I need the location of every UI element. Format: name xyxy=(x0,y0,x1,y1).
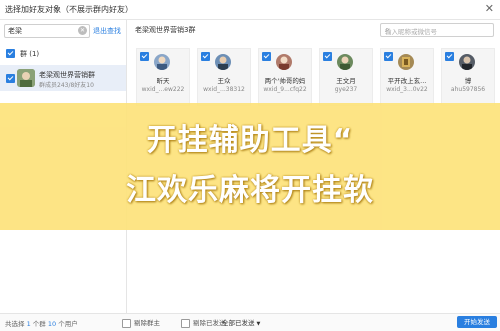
member-name: 博 xyxy=(464,77,472,85)
exit-search-link[interactable]: 退出查找 xyxy=(93,26,121,36)
chevron-down-icon: ▼ xyxy=(256,321,261,327)
overlay-line-2: 江欢乐麻将开挂软 xyxy=(126,173,374,208)
group-search-input[interactable] xyxy=(8,26,74,36)
member-card[interactable]: 平开改上玄... wxid_3...0v22 xyxy=(380,48,434,106)
member-name: 昕天 xyxy=(156,77,170,85)
member-id: wxid_3...0v22 xyxy=(386,86,428,93)
selected-group-count: 1 xyxy=(26,320,31,328)
member-id: wxid_9...cfq22 xyxy=(263,86,307,93)
member-avatar xyxy=(398,54,414,70)
member-checkbox[interactable] xyxy=(262,52,271,61)
title-bar: 选择加好友对象（不展示群内好友） ✕ xyxy=(0,0,500,20)
member-checkbox[interactable] xyxy=(323,52,332,61)
group-row[interactable]: 老梁观世界营销群 群成员243/8好友10 xyxy=(0,65,126,91)
member-search-box[interactable]: 输入昵称或微信号 ⌕ xyxy=(380,23,494,37)
remove-sent-option[interactable]: 剔除已发送 xyxy=(181,317,226,328)
member-name: 两个'帅哥的妈 xyxy=(264,77,306,85)
member-avatar xyxy=(215,54,231,70)
member-card[interactable]: 两个'帅哥的妈 wxid_9...cfq22 xyxy=(258,48,312,106)
window-title: 选择加好友对象（不展示群内好友） xyxy=(5,5,133,14)
member-avatar xyxy=(337,54,353,70)
footer-bar: 共选择 1 个群 10 个用户 剔除群主 剔除已发送 全部已发送 ▼ 开始发送 xyxy=(0,313,500,331)
selected-group-title: 老梁观世界营销3群 xyxy=(135,26,196,34)
sent-filter-select[interactable]: 全部已发送 ▼ xyxy=(222,317,260,327)
group-avatar xyxy=(17,69,35,87)
start-send-button[interactable]: 开始发送 xyxy=(457,316,497,328)
search-icon: ⌕ xyxy=(385,25,390,34)
member-card[interactable]: 王文月 gye237 xyxy=(319,48,373,106)
close-icon[interactable]: ✕ xyxy=(485,2,494,15)
member-name: 王文月 xyxy=(336,77,356,85)
select-all-groups-checkbox[interactable] xyxy=(6,49,15,58)
member-card[interactable]: 昕天 wxid_...ew222 xyxy=(136,48,190,106)
group-count-label: 群 (1) xyxy=(20,50,40,58)
group-search-box[interactable]: ✕ xyxy=(4,24,90,38)
selection-summary: 共选择 1 个群 10 个用户 xyxy=(5,320,78,328)
member-avatar xyxy=(459,54,475,70)
remove-sent-checkbox[interactable] xyxy=(181,318,190,328)
member-checkbox[interactable] xyxy=(445,52,454,61)
promo-overlay-banner: 开挂辅助工具“ 江欢乐麻将开挂软 xyxy=(0,103,500,230)
clear-search-icon[interactable]: ✕ xyxy=(78,26,87,35)
group-member-info: 群成员243/8好友10 xyxy=(39,82,94,89)
member-checkbox[interactable] xyxy=(201,52,210,61)
overlay-line-1: 开挂辅助工具“ xyxy=(146,123,354,158)
group-list-header: 群 (1) xyxy=(0,46,126,60)
remove-owner-option[interactable]: 剔除群主 xyxy=(122,317,160,328)
member-id: ahu597856 xyxy=(450,86,486,93)
selected-user-count: 10 xyxy=(47,320,57,328)
group-name: 老梁观世界营销群 xyxy=(39,71,95,79)
member-id: wxid_...38312 xyxy=(203,86,245,93)
member-avatar xyxy=(276,54,292,70)
member-avatar xyxy=(154,54,170,70)
member-name: 王众 xyxy=(217,77,231,85)
member-id: wxid_...ew222 xyxy=(141,86,185,93)
member-card[interactable]: 王众 wxid_...38312 xyxy=(197,48,251,106)
member-card[interactable]: 博 ahu597856 xyxy=(441,48,495,106)
group-checkbox[interactable] xyxy=(6,74,15,83)
remove-owner-checkbox[interactable] xyxy=(122,318,131,328)
member-checkbox[interactable] xyxy=(140,52,149,61)
member-checkbox[interactable] xyxy=(384,52,393,61)
member-name: 平开改上玄... xyxy=(387,77,427,85)
member-id: gye237 xyxy=(334,86,358,93)
